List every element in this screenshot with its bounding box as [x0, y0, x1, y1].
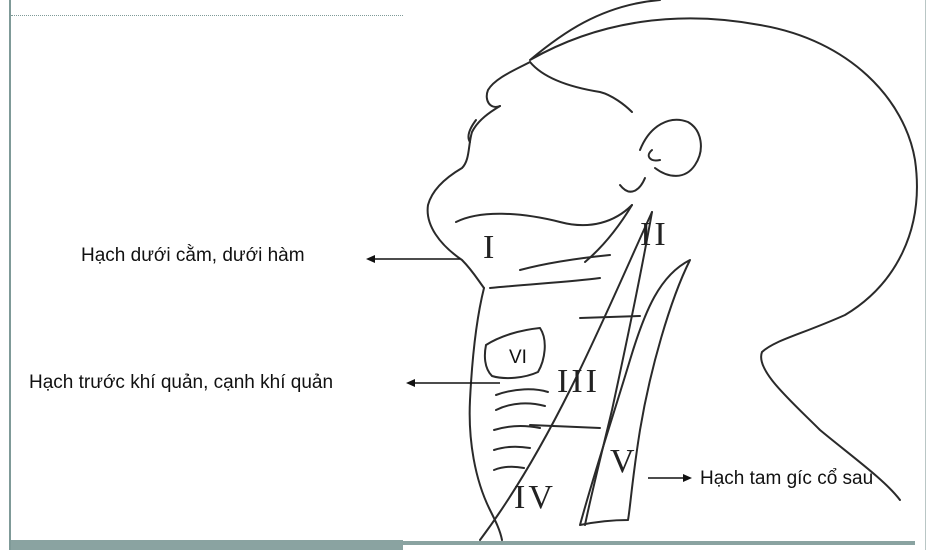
level-i-label: I [483, 229, 497, 266]
arrowhead-pretracheal [406, 379, 415, 387]
level-ii-label: II [640, 216, 669, 253]
jaw-line [455, 204, 633, 227]
jaw-line-lower-2 [489, 277, 601, 289]
front-neck-outline [468, 287, 503, 541]
cheek-line [529, 61, 633, 113]
jaw-line-lower [519, 254, 611, 271]
level-ii-border [584, 204, 633, 263]
head-outline [529, 0, 918, 501]
label-pretracheal: Hạch trước khí quản, cạnh khí quản [29, 372, 334, 393]
trachea-ring-3 [493, 424, 541, 431]
ear-lobe [619, 177, 646, 193]
chin-outline [485, 61, 531, 108]
arrowhead-submandibular [366, 255, 375, 263]
trachea-ring-2 [495, 402, 546, 411]
label-submandibular: Hạch dưới cằm, dưới hàm [81, 245, 305, 266]
trachea-ring-5 [493, 465, 525, 471]
level-v-label: V [610, 443, 638, 480]
label-posterior-triangle: Hạch tam gíc cổ sau [700, 468, 874, 489]
arrowhead-posterior-triangle [683, 474, 692, 482]
ear-outline [639, 118, 702, 177]
trachea-ring-4 [493, 445, 531, 451]
trachea-ring-1 [495, 388, 549, 396]
level-iv-label: IV [514, 479, 556, 516]
level-iii-label: III [557, 363, 600, 400]
level-vi-label: VI [509, 347, 527, 368]
